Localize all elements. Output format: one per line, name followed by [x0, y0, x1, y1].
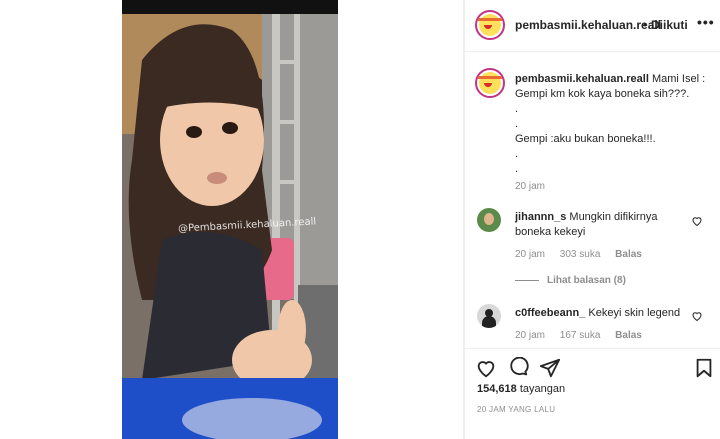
comment-time[interactable]: 20 jam [515, 330, 545, 341]
views-count[interactable]: 154,618 tayangan [477, 383, 565, 395]
reply-button[interactable]: Balas [615, 330, 642, 341]
like-heart-icon[interactable] [475, 357, 497, 379]
save-bookmark-icon[interactable] [693, 357, 715, 379]
caption-line: Gempi :aku bukan boneka!!!. [515, 133, 656, 145]
caption-line: Gempi km kok kaya boneka sih???. [515, 88, 690, 100]
caption-line: . [515, 163, 519, 175]
following-button[interactable]: Diikuti [651, 18, 688, 32]
caption-time[interactable]: 20 jam [515, 181, 545, 192]
more-options-icon[interactable]: ••• [697, 14, 715, 30]
comment-like-heart-icon[interactable] [691, 215, 703, 227]
post-timestamp[interactable]: 20 JAM YANG LALU [477, 405, 555, 414]
post-header: pembasmii.kehaluan.reall • Diikuti ••• [465, 0, 720, 52]
comment-time[interactable]: 20 jam [515, 249, 545, 260]
replies-divider [515, 279, 539, 281]
caption-text: pembasmii.kehaluan.reall Mami Isel : Gem… [515, 72, 713, 177]
comments-section: pembasmii.kehaluan.reall Mami Isel : Gem… [465, 52, 720, 348]
comment-text: jihannn_s Mungkin difikirnya boneka keke… [515, 210, 695, 240]
views-label: tayangan [519, 383, 566, 395]
caption-avatar[interactable] [475, 68, 505, 98]
comment-meta: 20 jam 167 suka Balas [515, 330, 654, 341]
author-avatar[interactable] [475, 10, 505, 40]
views-number: 154,618 [477, 383, 517, 395]
commenter-username[interactable]: jihannn_s [515, 211, 566, 223]
comment-likes[interactable]: 167 suka [560, 330, 601, 341]
post-actions: 154,618 tayangan 20 JAM YANG LALU [465, 348, 720, 439]
comment-likes[interactable]: 303 suka [560, 249, 601, 260]
view-replies-button[interactable]: Lihat balasan (8) [515, 275, 626, 286]
separator-dot: • [643, 18, 648, 32]
caption-line: . [515, 103, 519, 115]
caption-username[interactable]: pembasmii.kehaluan.reall [515, 73, 649, 85]
caption-line: . [515, 148, 519, 160]
commenter-avatar[interactable] [477, 304, 501, 328]
commenter-username[interactable]: c0ffeebeann_ [515, 307, 585, 319]
commenter-avatar[interactable] [477, 208, 501, 232]
comment-like-heart-icon[interactable] [691, 310, 703, 322]
share-send-icon[interactable] [539, 357, 561, 379]
comment-bubble-icon[interactable] [507, 357, 529, 379]
view-replies-label: Lihat balasan (8) [547, 275, 626, 286]
caption-line: Mami Isel : [651, 73, 706, 85]
caption-line: . [515, 118, 519, 130]
comment-text: c0ffeebeann_ Kekeyi skin legend [515, 306, 695, 321]
comment-body: Kekeyi skin legend [588, 307, 681, 319]
post-sidebar: pembasmii.kehaluan.reall • Diikuti ••• p… [464, 0, 720, 439]
video-player[interactable]: @Pembasmii.kehaluan.reall [122, 0, 338, 439]
reply-button[interactable]: Balas [615, 249, 642, 260]
author-username[interactable]: pembasmii.kehaluan.reall [515, 18, 661, 32]
comment-meta: 20 jam 303 suka Balas [515, 249, 654, 260]
